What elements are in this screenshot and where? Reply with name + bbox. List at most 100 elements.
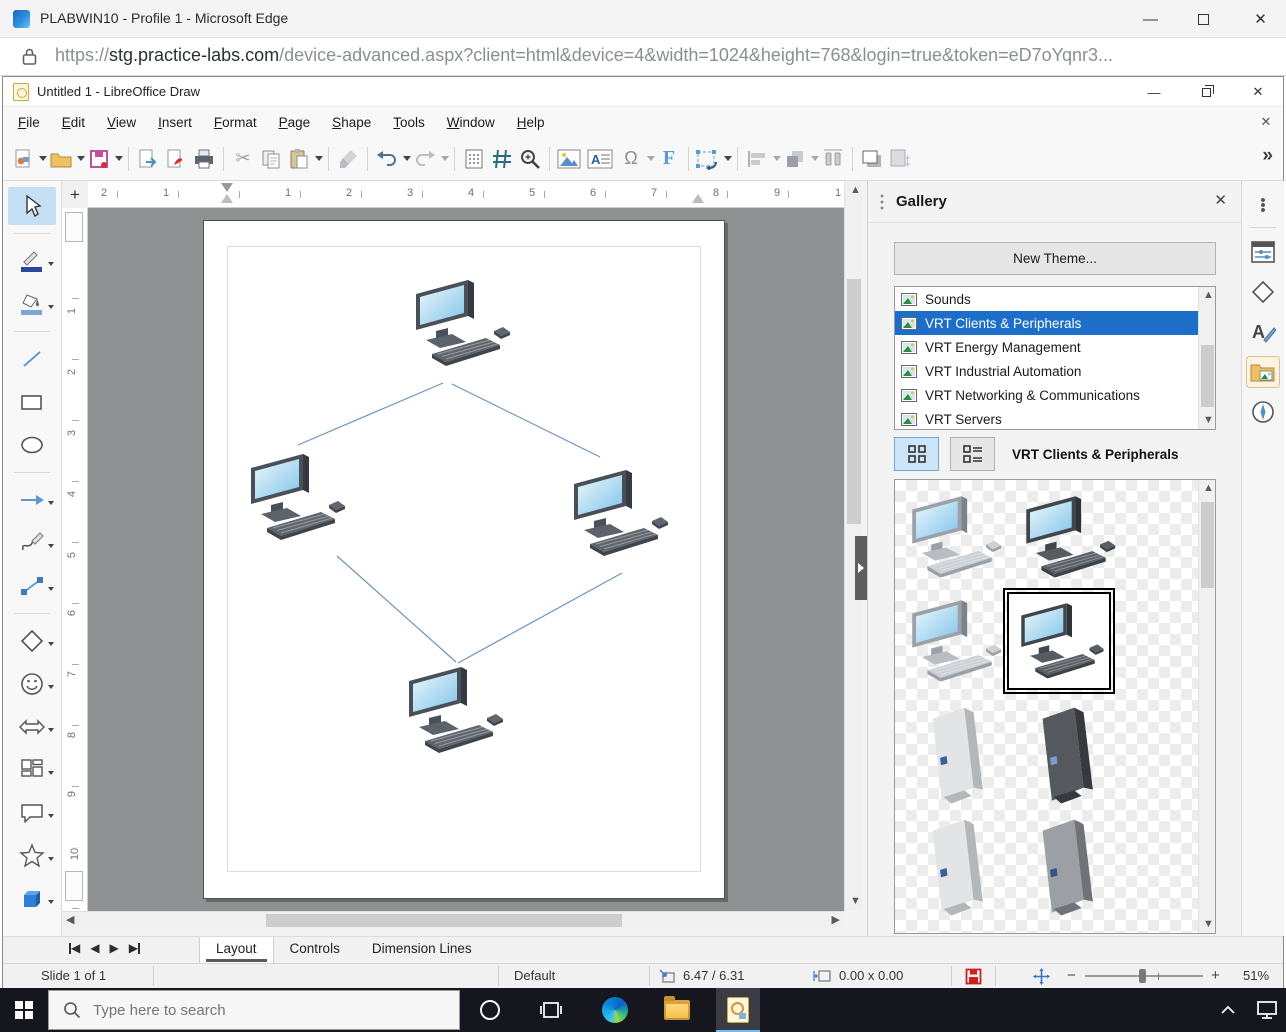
theme-item-vrt-servers[interactable]: VRT Servers — [895, 407, 1215, 430]
align-objects-button[interactable] — [743, 144, 771, 174]
fontwork-button[interactable]: F — [655, 144, 683, 174]
undo-dropdown[interactable] — [403, 156, 411, 161]
arrange-button[interactable] — [781, 144, 809, 174]
tab-layout[interactable]: Layout — [199, 937, 274, 964]
lines-arrows-dropdown[interactable] — [48, 501, 54, 505]
h-scroll-thumb[interactable] — [266, 914, 622, 927]
flowchart-dropdown[interactable] — [48, 771, 54, 775]
scroll-down-icon[interactable]: ▼ — [850, 896, 861, 907]
export-pdf-button[interactable] — [162, 144, 190, 174]
transformations-dropdown[interactable] — [724, 156, 732, 161]
redo-button[interactable] — [411, 144, 439, 174]
new-theme-button[interactable]: New Theme... — [894, 242, 1216, 275]
stars-dropdown[interactable] — [48, 857, 54, 861]
copy-button[interactable] — [257, 144, 285, 174]
theme-list[interactable]: Sounds VRT Clients & Peripherals VRT Ene… — [894, 286, 1216, 430]
sidebar-tab-styles[interactable]: A — [1246, 316, 1280, 348]
thumb-desktop-light-1[interactable] — [899, 486, 1005, 586]
undo-button[interactable] — [373, 144, 401, 174]
sidebar-tab-properties[interactable] — [1246, 236, 1280, 268]
page-style[interactable]: Default — [514, 968, 555, 983]
insert-textbox-button[interactable]: A — [583, 144, 617, 174]
menu-tools[interactable]: Tools — [382, 111, 436, 134]
ellipse-tool[interactable] — [8, 426, 56, 464]
menu-page[interactable]: Page — [268, 111, 322, 134]
menu-shape[interactable]: Shape — [321, 111, 382, 134]
save-dropdown[interactable] — [115, 156, 123, 161]
next-slide-button[interactable]: ▶ — [109, 941, 118, 955]
gallery-thumbnails[interactable]: ▲ ▼ — [894, 479, 1216, 934]
task-view-button[interactable] — [529, 988, 573, 1032]
clone-formatting-button[interactable] — [334, 144, 362, 174]
scroll-up-icon[interactable]: ▲ — [1203, 290, 1214, 301]
sidebar-settings-button[interactable]: ••• — [1246, 189, 1280, 221]
menu-insert[interactable]: Insert — [147, 111, 203, 134]
scroll-up-icon[interactable]: ▲ — [1203, 483, 1214, 494]
shadow-button[interactable] — [858, 144, 886, 174]
scroll-down-icon[interactable]: ▼ — [1203, 415, 1214, 426]
browser-maximize-button[interactable] — [1180, 0, 1227, 38]
save-button[interactable] — [85, 144, 113, 174]
image-filter-button[interactable] — [886, 144, 914, 174]
top-margin-marker[interactable] — [65, 212, 83, 242]
menu-edit[interactable]: Edit — [51, 111, 96, 134]
print-button[interactable] — [190, 144, 218, 174]
thumb-desktop-partial-2[interactable] — [1017, 924, 1117, 934]
sidebar-tab-gallery[interactable] — [1246, 356, 1280, 388]
zoom-level[interactable]: 51% — [1243, 968, 1269, 983]
curves-dropdown[interactable] — [48, 544, 54, 548]
browser-close-button[interactable]: ✕ — [1237, 0, 1284, 38]
lines-and-arrows-tool[interactable] — [8, 481, 56, 519]
insert-line-tool[interactable] — [8, 340, 56, 378]
symbol-shapes-dropdown[interactable] — [48, 685, 54, 689]
open-button[interactable] — [47, 144, 75, 174]
scroll-down-icon[interactable]: ▼ — [1203, 919, 1214, 930]
scroll-up-icon[interactable]: ▲ — [850, 185, 861, 196]
thumb-desktop-selected[interactable] — [1007, 592, 1111, 690]
drawing-canvas[interactable] — [88, 208, 844, 911]
zoom-slider-thumb[interactable] — [1139, 969, 1146, 983]
insert-image-button[interactable] — [555, 144, 583, 174]
menu-view[interactable]: View — [96, 111, 147, 134]
open-dropdown[interactable] — [77, 156, 85, 161]
snap-guides-button[interactable] — [488, 144, 516, 174]
gallery-close-icon[interactable]: ✕ — [1214, 191, 1227, 209]
new-document-button[interactable] — [9, 144, 37, 174]
transformations-button[interactable] — [694, 144, 722, 174]
scroll-left-icon[interactable]: ◀ — [66, 915, 74, 926]
line-color-tool[interactable] — [8, 242, 56, 280]
thumb-desktop-dark-1[interactable] — [1013, 486, 1119, 586]
tab-dimension-lines[interactable]: Dimension Lines — [356, 937, 488, 964]
draw-restore-button[interactable] — [1181, 77, 1231, 107]
curves-polygons-tool[interactable] — [8, 524, 56, 562]
fill-color-tool[interactable] — [8, 285, 56, 323]
connectors-tool[interactable] — [8, 567, 56, 605]
redo-dropdown[interactable] — [441, 156, 449, 161]
sidebar-hide-handle[interactable] — [855, 536, 867, 600]
draw-minimize-button[interactable]: — — [1129, 77, 1179, 107]
taskbar-explorer-button[interactable] — [655, 988, 699, 1032]
thumb-desktop-partial-1[interactable] — [905, 924, 1005, 934]
align-dropdown[interactable] — [773, 156, 781, 161]
3d-objects-tool[interactable] — [8, 880, 56, 918]
flowchart-tool[interactable] — [8, 751, 56, 789]
url-text[interactable]: https://stg.practice-labs.com/device-adv… — [55, 45, 1113, 66]
callouts-dropdown[interactable] — [48, 814, 54, 818]
thumb-tower-light-1[interactable] — [911, 702, 997, 810]
start-button[interactable] — [0, 988, 48, 1032]
theme-item-vrt-industrial[interactable]: VRT Industrial Automation — [895, 359, 1215, 383]
fit-slide-icon[interactable] — [1033, 968, 1050, 985]
menu-format[interactable]: Format — [203, 111, 268, 134]
block-arrows-tool[interactable] — [8, 708, 56, 746]
unsaved-changes-icon[interactable] — [965, 968, 982, 985]
sidebar-tab-shapes[interactable] — [1246, 276, 1280, 308]
select-tool[interactable] — [8, 187, 56, 225]
line-color-dropdown[interactable] — [48, 262, 54, 266]
special-character-button[interactable]: Ω — [617, 144, 645, 174]
arrange-dropdown[interactable] — [811, 156, 819, 161]
vertical-ruler[interactable]: 1 2 3 4 5 6 7 8 9 10 — [62, 208, 88, 911]
zoom-in-button[interactable]: + — [1211, 967, 1220, 984]
toolbar-overflow-button[interactable]: » — [1262, 145, 1273, 167]
basic-shapes-dropdown[interactable] — [48, 642, 54, 646]
cut-button[interactable]: ✂ — [229, 144, 257, 174]
